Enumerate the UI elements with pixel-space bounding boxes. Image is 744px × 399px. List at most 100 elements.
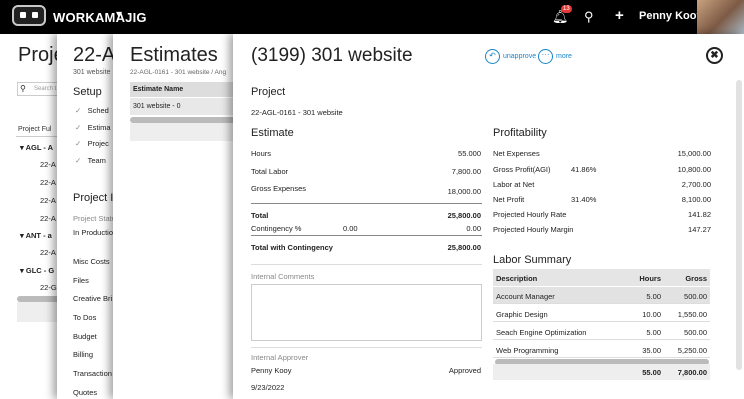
contingency-label: Contingency % (251, 224, 302, 233)
nav-item[interactable]: Quotes (73, 388, 97, 397)
app-logo-icon[interactable] (12, 5, 46, 26)
approver-name: Penny Kooy (251, 366, 292, 375)
profit-value: 147.27 (688, 225, 711, 234)
notification-count-badge: 13 (561, 5, 572, 13)
estimate-title: (3199) 301 website (251, 45, 413, 66)
column-header: Description (496, 274, 538, 283)
estimates-title: Estimates (130, 44, 218, 66)
total-gross: 7,800.00 (677, 368, 707, 377)
breadcrumb[interactable]: 22-AGL-0161 - 301 website / Ang (130, 69, 226, 76)
setup-step[interactable]: ✓ Estima (75, 123, 110, 132)
nav-item[interactable]: Creative Bri (73, 294, 112, 303)
contingency-value: 0.00 (466, 224, 481, 233)
comments-textarea[interactable] (251, 284, 482, 341)
nav-item[interactable]: Budget (73, 332, 97, 341)
list-item[interactable]: 22-A (40, 196, 56, 205)
list-item[interactable]: 22-A (40, 160, 56, 169)
profit-percent: 31.40% (571, 195, 597, 204)
table-cell: Account Manager (496, 292, 555, 301)
status-label: Project Statu (73, 214, 116, 223)
avatar[interactable] (697, 0, 744, 34)
setup-step[interactable]: ✓ Sched (75, 106, 109, 115)
total-with-contingency-value: 25,800.00 (447, 243, 481, 252)
project-title: 22-A (73, 44, 116, 66)
setup-step[interactable]: ✓ Team (75, 156, 106, 165)
close-icon[interactable]: ✖ (706, 47, 723, 64)
list-item[interactable]: 22-A (40, 178, 56, 187)
nav-item[interactable]: Files (73, 276, 89, 285)
estimate-heading: Estimate (251, 127, 294, 139)
profit-label: Gross Profit(AGI) (493, 165, 551, 174)
table-cell: 5.00 (646, 292, 661, 301)
more-icon[interactable]: ··· (538, 49, 553, 64)
profit-label: Projected Hourly Rate (493, 210, 567, 219)
profit-value: 2,700.00 (681, 180, 711, 189)
labor-value-link[interactable]: 7,800.00 (413, 167, 481, 176)
group-row[interactable]: ▾ ANT - a (20, 231, 52, 240)
profit-value: 15,000.00 (677, 149, 711, 158)
hours-value: 55.000 (458, 149, 481, 158)
table-cell: 10.00 (642, 310, 661, 319)
search-icon[interactable]: ⚲ (584, 9, 594, 25)
table-cell: 1,550.00 (677, 310, 707, 319)
nav-item[interactable]: Misc Costs (73, 257, 110, 266)
column-header: Gross (685, 274, 707, 283)
unapprove-button[interactable]: unapprove (503, 53, 536, 60)
total-value: 25,800.00 (447, 211, 481, 220)
profit-value: 10,800.00 (677, 165, 711, 174)
contingency-percent[interactable]: 0.00 (343, 224, 358, 233)
add-icon[interactable]: + (615, 7, 624, 24)
estimates-panel: Estimates 22-AGL-0161 - 301 website / An… (113, 34, 253, 399)
total-label: Total (251, 211, 269, 220)
user-name[interactable]: Penny Kooy (639, 10, 703, 22)
column-header: Estimate Name (133, 86, 184, 93)
setup-heading: Setup (73, 86, 102, 98)
labor-label: Total Labor (251, 167, 289, 176)
top-bar: WORKAMAJIG ▾ 🔔︎ 13 ⚲ + Penny Kooy (0, 0, 744, 34)
status-value[interactable]: In Productio (73, 228, 113, 237)
unapprove-icon[interactable]: ↶ (485, 49, 500, 64)
project-heading: Project (251, 86, 286, 98)
table-cell: 5,250.00 (677, 346, 707, 355)
approval-status: Approved (448, 366, 481, 375)
nav-item[interactable]: Transaction (73, 369, 112, 378)
profit-value: 8,100.00 (681, 195, 711, 204)
table-cell: Seach Engine Optimization (496, 328, 587, 337)
total-with-contingency-label: Total with Contingency (251, 243, 333, 252)
project-subtitle: 301 website (73, 69, 111, 76)
search-icon: ⚲ (20, 84, 26, 93)
workspace-name[interactable]: WORKAMAJIG (53, 10, 147, 25)
table-cell: 500.00 (684, 328, 707, 337)
group-row[interactable]: ▾ GLC - G (20, 266, 54, 275)
list-item[interactable]: 22-A (40, 214, 56, 223)
vertical-scrollbar[interactable] (736, 80, 742, 370)
labor-summary-heading: Labor Summary (493, 254, 572, 266)
profit-label: Projected Hourly Margin (493, 225, 574, 234)
estimate-detail: (3199) 301 website ↶ unapprove ··· more … (233, 34, 744, 399)
more-button[interactable]: more (556, 53, 572, 60)
list-item[interactable]: 22-A (40, 248, 56, 257)
hours-label: Hours (251, 149, 272, 158)
profit-value: 141.82 (688, 210, 711, 219)
setup-step[interactable]: ✓ Projec (75, 139, 109, 148)
comments-label: Internal Comments (251, 272, 315, 281)
table-cell: Graphic Design (496, 310, 548, 319)
list-item[interactable]: 22-G (40, 283, 57, 292)
project-link[interactable]: 22-AGL-0161 - 301 website (251, 108, 343, 117)
column-header: Project Ful (18, 126, 52, 133)
approver-label: Internal Approver (251, 353, 309, 362)
profit-label: Net Expenses (493, 149, 540, 158)
gross-expenses-label: Gross Expenses (251, 184, 307, 193)
profitability-heading: Profitability (493, 127, 547, 139)
nav-item[interactable]: Billing (73, 350, 93, 359)
gross-expenses-link[interactable]: 18,000.00 (413, 187, 481, 196)
table-row[interactable]: 301 website - 0 (133, 103, 180, 110)
total-hours: 55.00 (642, 368, 661, 377)
chevron-down-icon[interactable]: ▾ (116, 7, 122, 21)
table-cell: Web Programming (496, 346, 559, 355)
table-cell: 5.00 (646, 328, 661, 337)
project-info-heading: Project I (73, 192, 114, 204)
nav-item[interactable]: To Dos (73, 313, 96, 322)
table-cell: 35.00 (642, 346, 661, 355)
group-row[interactable]: ▾ AGL - A (20, 143, 53, 152)
